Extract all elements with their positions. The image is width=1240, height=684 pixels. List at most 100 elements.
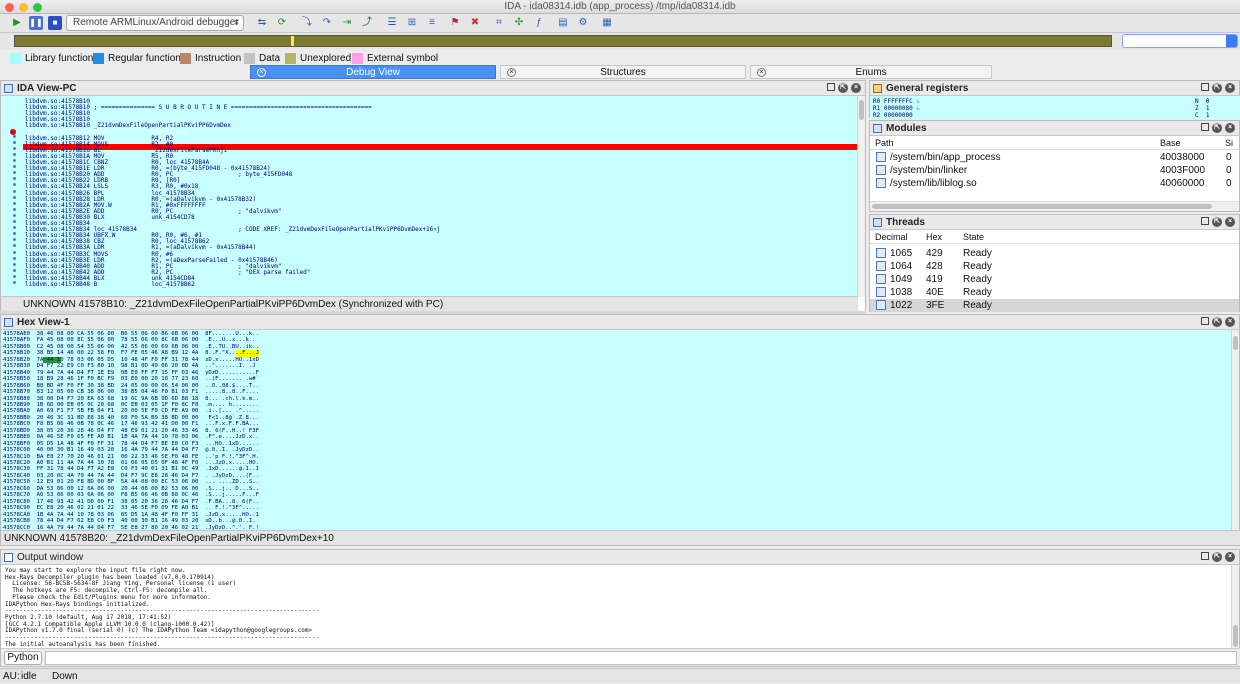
code-dot[interactable] — [13, 189, 16, 193]
code-dot[interactable] — [13, 262, 16, 266]
modules-hscrollbar[interactable] — [870, 201, 1239, 211]
hex-line[interactable]: 41578AF0 FA 45 08 00 8C 55 06 00 78 55 0… — [3, 337, 256, 343]
register-row[interactable]: R1 00000080 ↳ — [873, 105, 920, 112]
hex-line[interactable]: 41578BB0 20 46 3C 31 BD E8 38 40 60 F0 5… — [3, 415, 259, 421]
flag-row[interactable]: C 1 — [1195, 112, 1209, 119]
code-dot[interactable] — [13, 213, 16, 217]
close-icon[interactable]: × — [1225, 123, 1235, 133]
close-icon[interactable]: × — [257, 68, 266, 77]
code-dot[interactable] — [13, 146, 16, 150]
hex-line[interactable]: 41578C30 FF 31 78 44 D4 F7 A2 E8 C0 F3 4… — [3, 466, 259, 472]
float-icon[interactable]: ⇱ — [1212, 317, 1222, 327]
hex-line[interactable]: 41578C20 A0 B1 11 4A 7A 44 10 78 01 06 0… — [3, 460, 259, 466]
hex-line[interactable]: 41578BF0 05 D5 1A 48 4F F0 FF 31 78 44 D… — [3, 441, 259, 447]
hex-line[interactable]: 41578C90 EC E8 20 46 02 21 01 22 33 46 5… — [3, 505, 259, 511]
attach-process-icon[interactable]: ⇆ — [255, 16, 269, 30]
hex-line[interactable]: 41578BC0 F8 B5 06 46 0B 78 0C 46 17 46 9… — [3, 421, 259, 427]
register-row[interactable]: R0 FFFFFFFC ↳ — [873, 98, 920, 105]
thread-row-selected[interactable]: 1022 3FE Ready — [870, 299, 1239, 312]
maximize-icon[interactable] — [1201, 552, 1209, 560]
column-header-base[interactable]: Base — [1160, 136, 1181, 150]
code-dot[interactable] — [13, 165, 16, 169]
hex-line[interactable]: 41578C10 BA E8 27 70 20 46 01 21 00 22 3… — [3, 454, 259, 460]
python-language-button[interactable]: Python — [4, 651, 42, 665]
close-icon[interactable]: × — [1225, 217, 1235, 227]
code-dot[interactable] — [13, 220, 16, 223]
code-dot[interactable] — [13, 232, 16, 236]
add-breakpoint-icon[interactable]: ⚑ — [448, 16, 462, 30]
step-over-icon[interactable]: ↷ — [320, 16, 334, 30]
refresh-memory-icon[interactable]: ⟳ — [275, 16, 289, 30]
float-icon[interactable]: ⇱ — [1212, 217, 1222, 227]
stop-icon[interactable]: ■ — [48, 16, 62, 30]
hex-line[interactable]: 41578C60 DA 53 06 00 12 6A 06 00 20 44 0… — [3, 486, 259, 492]
trace-options-icon[interactable]: ⚙ — [576, 16, 590, 30]
manual-memory-icon[interactable]: ▦ — [600, 16, 614, 30]
register-value[interactable]: 00000080 — [884, 105, 913, 112]
flag-value[interactable]: 1 — [1206, 112, 1210, 119]
column-header-decimal[interactable]: Decimal — [875, 230, 908, 244]
output-scrollbar[interactable] — [1231, 565, 1239, 650]
hex-line[interactable]: 41578C00 40 00 30 B1 16 49 03 20 16 4A 7… — [3, 447, 259, 453]
float-icon[interactable]: ⇱ — [838, 83, 848, 93]
navigation-strip[interactable] — [14, 35, 1112, 47]
close-icon[interactable]: × — [851, 83, 861, 93]
column-header-path[interactable]: Path — [875, 136, 894, 150]
tab-structures[interactable]: × Structures — [500, 65, 746, 79]
tab-enums[interactable]: × Enums — [750, 65, 992, 79]
hex-line[interactable]: 41578AE0 38 46 08 00 CA 55 06 00 B6 55 0… — [3, 331, 259, 337]
function-trace-icon[interactable]: ƒ — [532, 16, 546, 30]
code-dot[interactable] — [13, 134, 16, 138]
hex-line[interactable]: 41578B40 79 44 7A 44 D4 F7 1E E9 0B E0 F… — [3, 370, 259, 376]
debugger-select[interactable]: Remote ARMLinux/Android debugger ⬍ — [66, 15, 244, 31]
close-icon[interactable]: × — [1225, 317, 1235, 327]
module-row[interactable]: /system/lib/liblog.so 40060000 0 — [870, 177, 1239, 190]
hex-line[interactable]: 41578CA0 1B 4A 7A 44 10 78 03 06 05 D5 1… — [3, 512, 259, 518]
close-icon[interactable]: × — [1225, 552, 1235, 562]
close-icon[interactable]: × — [1225, 83, 1235, 93]
step-out-icon[interactable]: ⤴ — [360, 16, 374, 30]
hex-view-scrollbar[interactable] — [1231, 330, 1239, 532]
float-icon[interactable]: ⇱ — [1212, 123, 1222, 133]
hex-line[interactable]: 41578B80 38 00 D4 F7 20 EA 63 68 19 6C 9… — [3, 396, 259, 402]
hex-line[interactable]: 41578B30 D4 F7 22 E9 C0 F3 80 10 98 B1 0… — [3, 363, 256, 369]
flag-value[interactable]: 0 — [1206, 98, 1210, 105]
code-dot[interactable] — [13, 250, 16, 254]
code-dot[interactable] — [13, 183, 16, 187]
run-to-cursor-icon[interactable]: ⇥ — [340, 16, 354, 30]
hex-line[interactable]: 41578B60 B8 BD 4F F0 FF 30 38 BD 24 05 0… — [3, 383, 259, 389]
code-dot[interactable] — [13, 274, 16, 278]
tracing-icon[interactable]: ⌗ — [492, 16, 506, 30]
hex-line[interactable]: 41578B70 83 12 05 00 CB 38 06 00 38 B5 0… — [3, 389, 259, 395]
code-dot[interactable] — [13, 171, 16, 175]
thread-row[interactable]: 1065 429 Ready — [870, 247, 1239, 260]
thread-row[interactable]: 1064 428 Ready — [870, 260, 1239, 273]
disassembly-line[interactable]: libdvm.so:41578B48 B loc_41578B62 — [25, 281, 195, 288]
breakpoint-marker[interactable] — [10, 128, 16, 135]
code-dot[interactable] — [13, 201, 16, 205]
hex-line[interactable]: 41578CB0 78 44 D4 F7 62 E8 C0 F3 40 00 3… — [3, 518, 259, 524]
maximize-icon[interactable] — [1201, 217, 1209, 225]
trace-window-icon[interactable]: ▤ — [556, 16, 570, 30]
ida-view-scrollbar[interactable] — [857, 96, 865, 297]
close-icon[interactable]: × — [507, 68, 516, 77]
scrollbar-thumb[interactable] — [859, 100, 864, 120]
run-icon[interactable]: ▶ — [10, 16, 24, 30]
code-dot[interactable] — [13, 140, 16, 144]
python-command-input[interactable] — [45, 651, 1237, 665]
step-into-icon[interactable]: ⤵ — [300, 16, 314, 30]
column-header-state[interactable]: State — [963, 230, 984, 244]
navigation-range-select[interactable] — [1122, 34, 1238, 48]
flag-row[interactable]: Z 1 — [1195, 105, 1209, 112]
registers-list[interactable]: R0 FFFFFFFC ↳ R1 00000080 ↳ R2 00000000 … — [870, 96, 1240, 119]
hex-line[interactable]: 41578B20 7A 44 10 78 03 06 05 D5 10 48 4… — [3, 356, 259, 364]
code-dot[interactable] — [13, 281, 16, 284]
code-dot[interactable] — [13, 152, 16, 156]
thread-row[interactable]: 1038 40E Ready — [870, 286, 1239, 299]
code-dot[interactable] — [13, 195, 16, 199]
flag-value[interactable]: 1 — [1206, 105, 1210, 112]
float-icon[interactable]: ⇱ — [1212, 552, 1222, 562]
module-row[interactable]: /system/bin/app_process 40038000 0 — [870, 151, 1239, 164]
hex-line[interactable]: 41578C80 17 46 93 42 41 D0 00 F1 38 05 2… — [3, 499, 259, 505]
watch-list-icon[interactable]: ⊞ — [405, 16, 419, 30]
